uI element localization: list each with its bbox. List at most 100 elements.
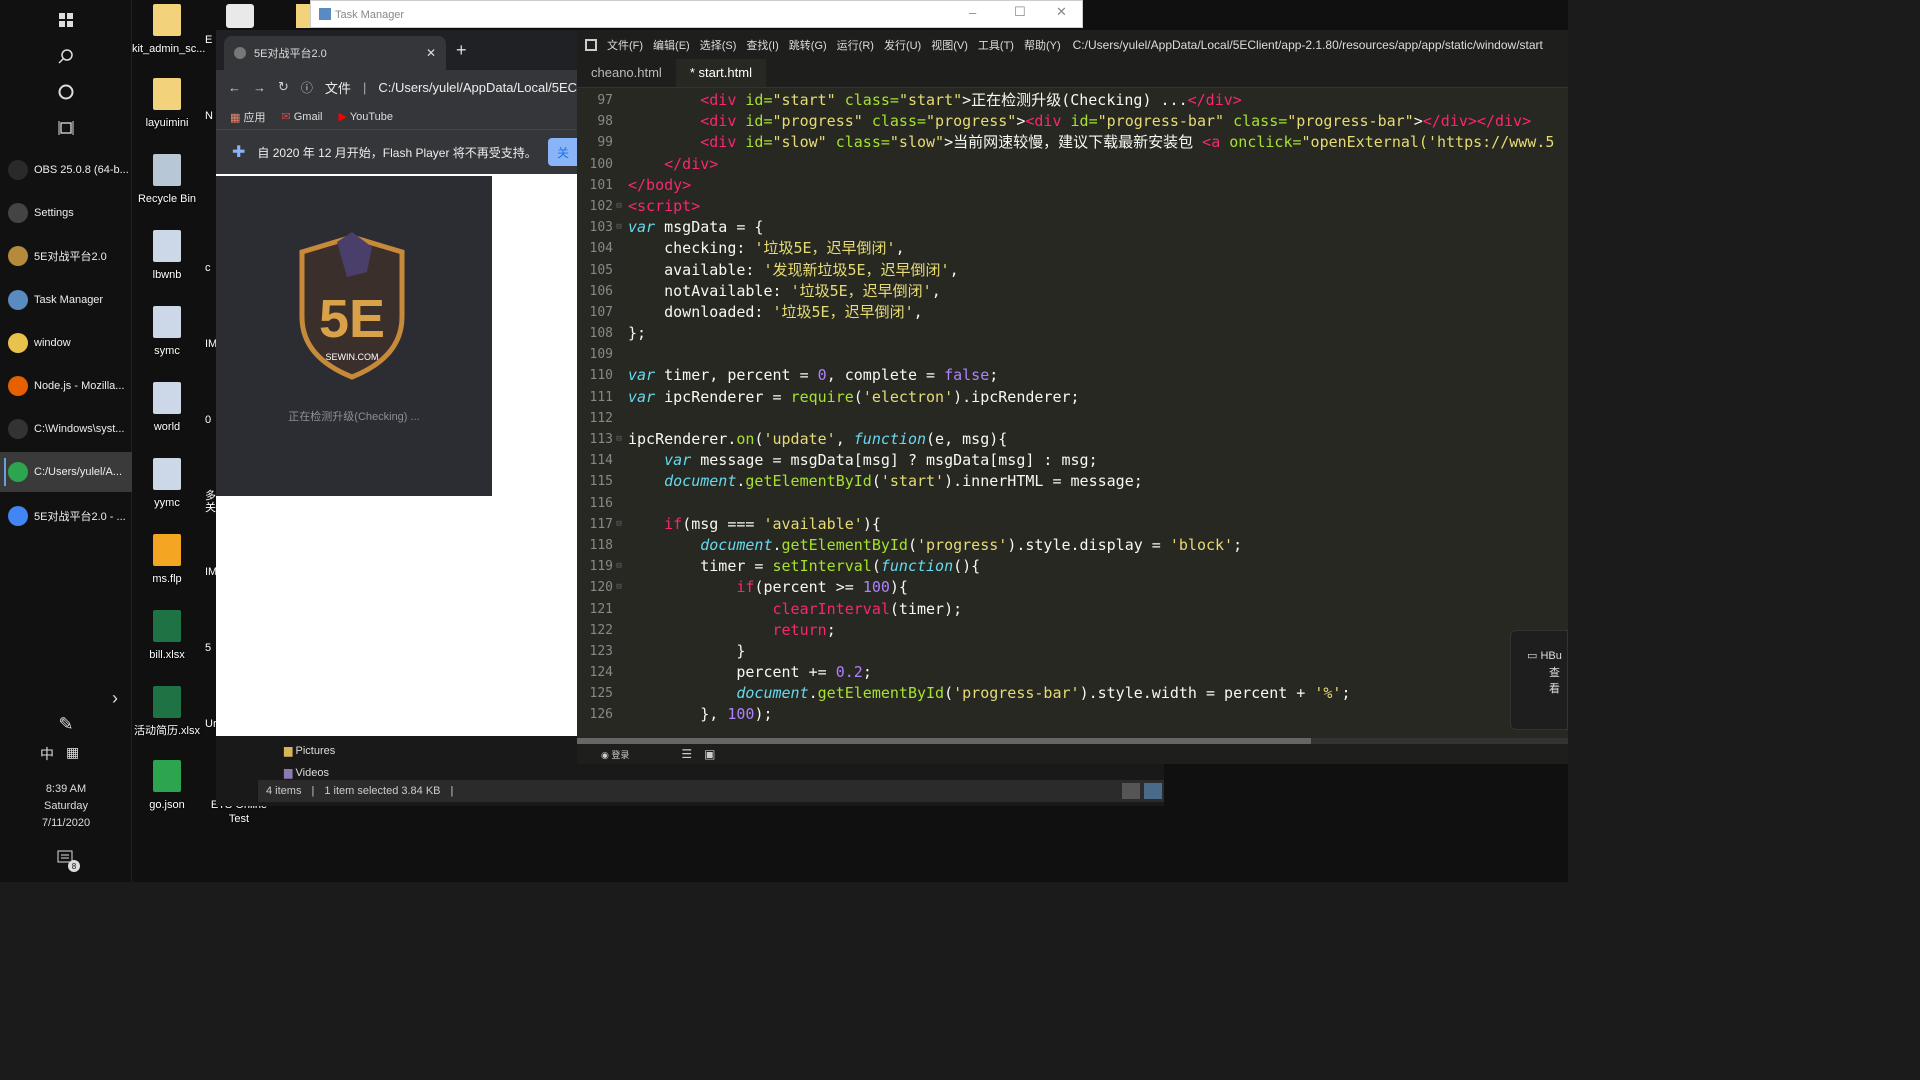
desktop-icon[interactable]: yymc	[132, 458, 202, 510]
fold-toggle-icon[interactable]: ⊟	[613, 556, 625, 577]
fold-toggle-icon[interactable]: ⊟	[613, 514, 625, 535]
folder-pictures[interactable]: ▆ Pictures	[284, 744, 335, 757]
code-area[interactable]: 97 <div id="start" class="start">正在检测升级(…	[577, 90, 1568, 738]
large-icons-view-icon[interactable]	[1144, 783, 1162, 799]
fold-toggle-icon[interactable]	[613, 281, 625, 302]
pen-icon[interactable]: ✎	[48, 706, 84, 742]
cortana-icon[interactable]	[48, 74, 84, 110]
taskbar-app-6[interactable]: C:\Windows\syst...	[0, 409, 132, 449]
bookmark-apps[interactable]: ▦ 应用	[230, 109, 265, 125]
editor-tab-cheano[interactable]: cheano.html	[577, 59, 676, 87]
ime-language[interactable]: 中	[40, 744, 54, 764]
desktop-icon[interactable]: ms.flp	[132, 534, 202, 586]
back-icon[interactable]: ←	[228, 80, 241, 95]
fold-toggle-icon[interactable]	[613, 683, 625, 704]
task-view-icon[interactable]	[48, 110, 84, 146]
fold-toggle-icon[interactable]	[613, 493, 625, 514]
details-view-icon[interactable]	[1122, 783, 1140, 799]
reload-icon[interactable]: ↻	[278, 79, 289, 95]
editor-menu-item[interactable]: 视图(V)	[931, 37, 968, 53]
bookmark-youtube[interactable]: ▶ YouTube	[338, 110, 393, 123]
desktop-icon[interactable]: kit_admin_sc...	[132, 4, 205, 56]
fold-toggle-icon[interactable]: ⊟	[613, 196, 625, 217]
windows-start-icon[interactable]	[48, 2, 84, 38]
terminal-icon[interactable]: ▣	[704, 747, 715, 761]
desktop-icon[interactable]: go.json	[132, 760, 202, 812]
infobar-close-button[interactable]: 关	[548, 138, 578, 166]
clock[interactable]: 8:39 AM Saturday 7/11/2020	[0, 781, 132, 832]
fold-toggle-icon[interactable]	[613, 387, 625, 408]
bookmark-gmail[interactable]: ✉ Gmail	[281, 110, 322, 123]
chrome-tab-active[interactable]: 5E对战平台2.0 ✕	[224, 36, 446, 70]
fold-toggle-icon[interactable]	[613, 408, 625, 429]
fold-toggle-icon[interactable]	[613, 111, 625, 132]
taskbar-app-7[interactable]: C:/Users/yulel/A...	[0, 452, 132, 492]
taskbar-app-5[interactable]: Node.js - Mozilla...	[0, 366, 132, 406]
fold-toggle-icon[interactable]	[613, 90, 625, 111]
fold-toggle-icon[interactable]: ⊟	[613, 429, 625, 450]
notification-toast[interactable]: ▭ HBu 查看	[1510, 630, 1568, 730]
desktop-icon[interactable]: lbwnb	[132, 230, 202, 282]
taskbar-app-2[interactable]: 5E对战平台2.0	[0, 236, 132, 276]
address-bar[interactable]: C:/Users/yulel/AppData/Local/5EC	[378, 80, 577, 95]
fold-toggle-icon[interactable]	[613, 704, 625, 725]
code-token: class=	[826, 133, 890, 152]
notification-center-icon[interactable]: 8	[48, 840, 84, 876]
fold-toggle-icon[interactable]	[613, 471, 625, 492]
list-icon[interactable]: ☰	[681, 747, 692, 761]
app-shortcut-icon[interactable]	[226, 4, 254, 28]
fold-toggle-icon[interactable]: ⊟	[613, 577, 625, 598]
fold-toggle-icon[interactable]	[613, 344, 625, 365]
forward-icon[interactable]: →	[253, 80, 266, 95]
search-icon[interactable]	[48, 38, 84, 74]
editor-menu-item[interactable]: 运行(R)	[837, 37, 874, 53]
desktop-icon[interactable]: world	[132, 382, 202, 434]
fold-toggle-icon[interactable]	[613, 238, 625, 259]
folder-videos[interactable]: ▆ Videos	[284, 766, 329, 779]
editor-menu-item[interactable]: 发行(U)	[884, 37, 921, 53]
taskbar-app-0[interactable]: OBS 25.0.8 (64-b...	[0, 150, 132, 190]
taskbar-app-3[interactable]: Task Manager	[0, 280, 132, 320]
fold-toggle-icon[interactable]	[613, 132, 625, 153]
fold-toggle-icon[interactable]	[613, 620, 625, 641]
task-manager-window[interactable]: Task Manager – ☐ ✕	[310, 0, 1083, 28]
taskbar-app-4[interactable]: window	[0, 323, 132, 363]
close-button[interactable]: ✕	[1056, 4, 1067, 20]
editor-menu-item[interactable]: 帮助(Y)	[1024, 37, 1061, 53]
show-hidden-icons-chevron[interactable]: ›	[100, 680, 130, 716]
login-button[interactable]: ◉ 登录	[601, 748, 629, 761]
desktop-icon[interactable]: Recycle Bin	[132, 154, 202, 206]
tab-close-icon[interactable]: ✕	[426, 46, 436, 60]
editor-menu-item[interactable]: 选择(S)	[700, 37, 737, 53]
info-icon[interactable]: ⓘ	[301, 79, 313, 96]
editor-menu-item[interactable]: 查找(I)	[746, 37, 778, 53]
new-tab-icon[interactable]: +	[456, 40, 467, 61]
code-token: (msg ===	[682, 514, 764, 533]
desktop-icon[interactable]: 活动简历.xlsx	[132, 686, 202, 738]
fold-toggle-icon[interactable]	[613, 175, 625, 196]
fold-toggle-icon[interactable]	[613, 302, 625, 323]
editor-menu-item[interactable]: 文件(F)	[607, 37, 643, 53]
fold-toggle-icon[interactable]	[613, 599, 625, 620]
fold-toggle-icon[interactable]: ⊟	[613, 217, 625, 238]
taskbar-app-8[interactable]: 5E对战平台2.0 - ...	[0, 496, 132, 536]
fold-toggle-icon[interactable]	[613, 535, 625, 556]
maximize-button[interactable]: ☐	[1014, 4, 1026, 20]
fold-toggle-icon[interactable]	[613, 450, 625, 471]
editor-menu-item[interactable]: 编辑(E)	[653, 37, 690, 53]
ime-mode-icon[interactable]: ▦	[66, 744, 79, 761]
editor-menu-item[interactable]: 跳转(G)	[789, 37, 827, 53]
editor-tab-start[interactable]: * start.html	[675, 59, 766, 87]
editor-menu-item[interactable]: 工具(T)	[978, 37, 1014, 53]
desktop-icon[interactable]: symc	[132, 306, 202, 358]
desktop-icon[interactable]: layuimini	[132, 78, 202, 130]
fold-toggle-icon[interactable]	[613, 365, 625, 386]
desktop-icon[interactable]: bill.xlsx	[132, 610, 202, 662]
fold-toggle-icon[interactable]	[613, 260, 625, 281]
fold-toggle-icon[interactable]	[613, 662, 625, 683]
taskbar-app-1[interactable]: Settings	[0, 193, 132, 233]
fold-toggle-icon[interactable]	[613, 641, 625, 662]
fold-toggle-icon[interactable]	[613, 323, 625, 344]
fold-toggle-icon[interactable]	[613, 154, 625, 175]
minimize-button[interactable]: –	[969, 5, 976, 20]
